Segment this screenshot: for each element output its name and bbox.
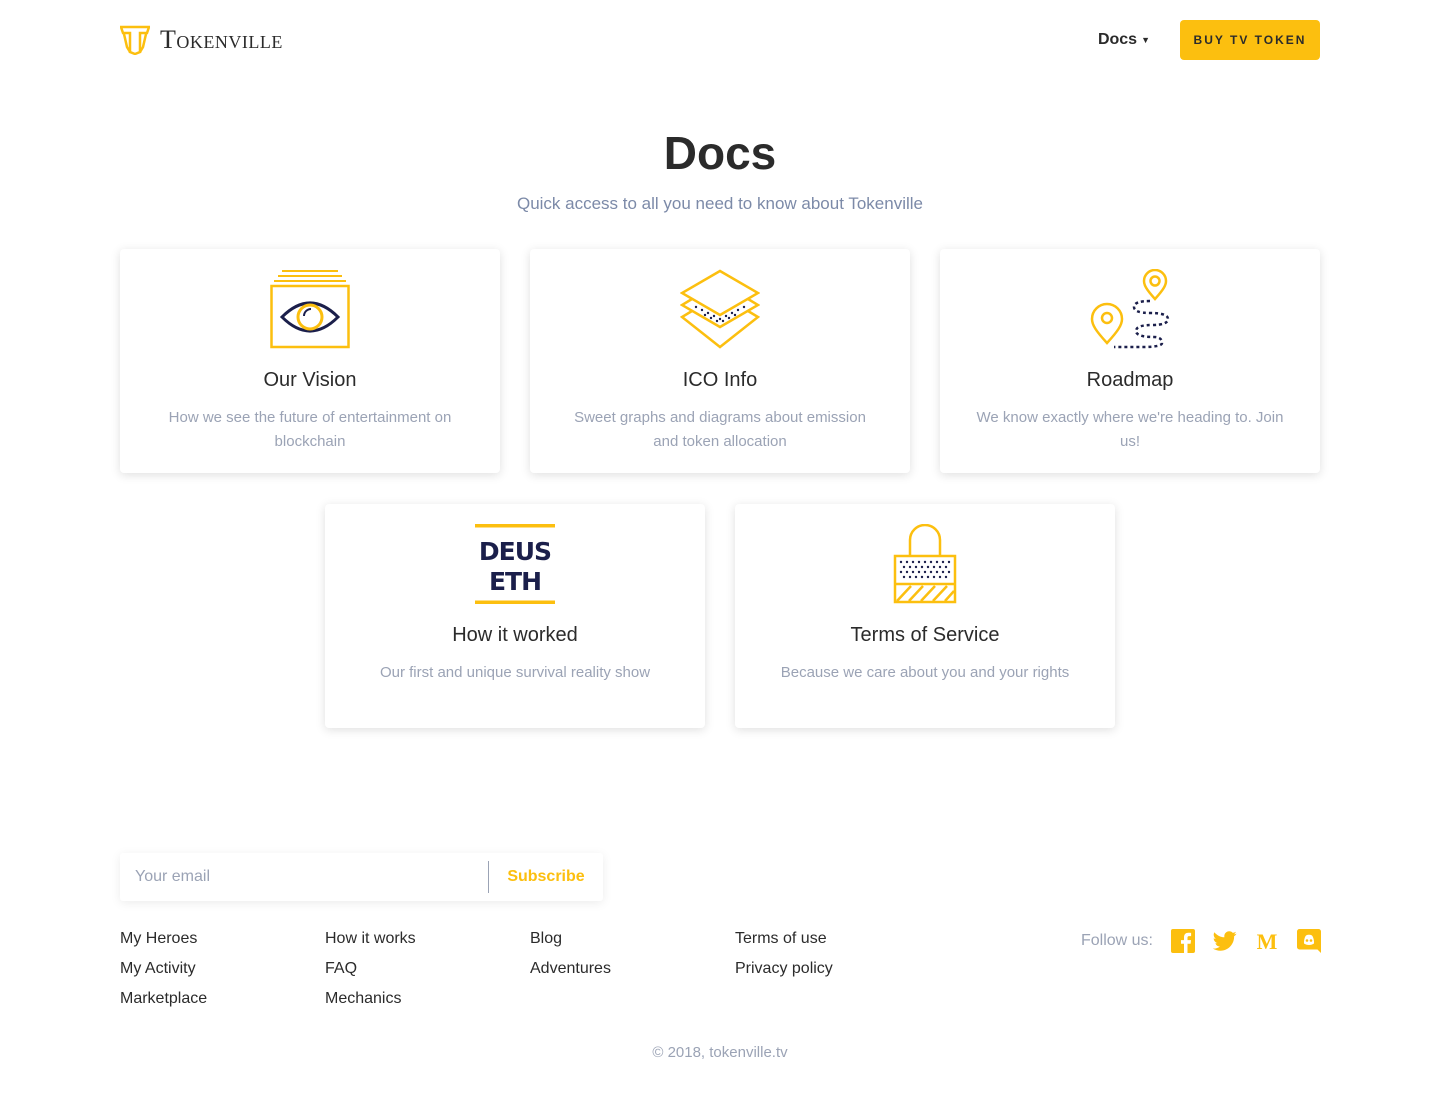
footer-link-faq[interactable]: FAQ xyxy=(325,959,416,979)
nav-docs-dropdown[interactable]: Docs ▼ xyxy=(1098,31,1150,49)
card-title: Terms of Service xyxy=(850,624,1000,646)
lock-icon xyxy=(893,524,957,604)
footer-link-adventures[interactable]: Adventures xyxy=(530,959,611,979)
footer-link-blog[interactable]: Blog xyxy=(530,929,611,949)
email-field[interactable] xyxy=(120,853,488,901)
social-links: Follow us: M xyxy=(1081,929,1321,953)
footer-link-terms-of-use[interactable]: Terms of use xyxy=(735,929,833,949)
card-description: How we see the future of entertainment o… xyxy=(168,409,452,450)
footer-link-privacy-policy[interactable]: Privacy policy xyxy=(735,959,833,979)
follow-label: Follow us: xyxy=(1080,932,1153,949)
caret-down-icon: ▼ xyxy=(1141,35,1150,45)
card-title: ICO Info xyxy=(682,369,758,391)
subscribe-button[interactable]: Subscribe xyxy=(489,853,603,901)
brand-name: Tokenville xyxy=(160,25,283,54)
card-how-it-worked[interactable]: DEUS ETH How it worked Our first and uni… xyxy=(325,504,705,728)
page-title: Docs xyxy=(663,127,777,179)
deus-logo-line2: ETH xyxy=(489,567,541,596)
deus-logo-line1: DEUS xyxy=(479,537,551,566)
page-subtitle: Quick access to all you need to know abo… xyxy=(516,194,924,213)
card-title: Roadmap xyxy=(1086,369,1174,391)
footer-column-account: My Heroes My Activity Marketplace xyxy=(120,929,207,1009)
header: Tokenville Docs ▼ BUY TV TOKEN xyxy=(120,20,1320,60)
card-title: Our Vision xyxy=(263,369,357,391)
discord-icon[interactable] xyxy=(1297,929,1321,953)
footer-link-marketplace[interactable]: Marketplace xyxy=(120,989,207,1009)
card-description: Because we care about you and your right… xyxy=(780,664,1070,681)
twitter-icon[interactable] xyxy=(1213,929,1237,953)
footer-column-legal: Terms of use Privacy policy xyxy=(735,929,833,979)
footer-link-my-activity[interactable]: My Activity xyxy=(120,959,207,979)
card-terms-of-service[interactable]: Terms of Service Because we care about y… xyxy=(735,504,1115,728)
layers-icon xyxy=(680,269,760,349)
buy-token-button[interactable]: BUY TV TOKEN xyxy=(1180,20,1320,60)
card-title: How it worked xyxy=(452,624,578,646)
medium-icon[interactable]: M xyxy=(1255,929,1279,953)
map-pins-icon xyxy=(1090,269,1170,349)
card-description: Our first and unique survival reality sh… xyxy=(379,664,651,681)
tokenville-logo-icon xyxy=(120,25,150,55)
card-description: Sweet graphs and diagrams about emission… xyxy=(574,409,866,450)
copyright: © 2018, tokenville.tv xyxy=(652,1044,788,1061)
footer-link-how-it-works[interactable]: How it works xyxy=(325,929,416,949)
footer-link-mechanics[interactable]: Mechanics xyxy=(325,989,416,1009)
brand-logo[interactable]: Tokenville xyxy=(120,25,283,55)
card-our-vision[interactable]: Our Vision How we see the future of ente… xyxy=(120,249,500,473)
subscribe-form: Subscribe xyxy=(120,853,603,901)
footer-column-content: Blog Adventures xyxy=(530,929,611,979)
card-roadmap[interactable]: Roadmap We know exactly where we're head… xyxy=(940,249,1320,473)
eye-icon xyxy=(270,270,350,349)
card-description: We know exactly where we're heading to. … xyxy=(976,409,1284,450)
nav-docs-label: Docs xyxy=(1097,31,1138,48)
svg-text:M: M xyxy=(1257,929,1278,953)
deus-eth-logo: DEUS ETH xyxy=(475,524,555,604)
footer-column-info: How it works FAQ Mechanics xyxy=(325,929,416,1009)
top-nav: Docs ▼ BUY TV TOKEN xyxy=(1098,20,1320,60)
card-ico-info[interactable]: ICO Info Sweet graphs and diagrams about… xyxy=(530,249,910,473)
facebook-icon[interactable] xyxy=(1171,929,1195,953)
footer-link-my-heroes[interactable]: My Heroes xyxy=(120,929,207,949)
